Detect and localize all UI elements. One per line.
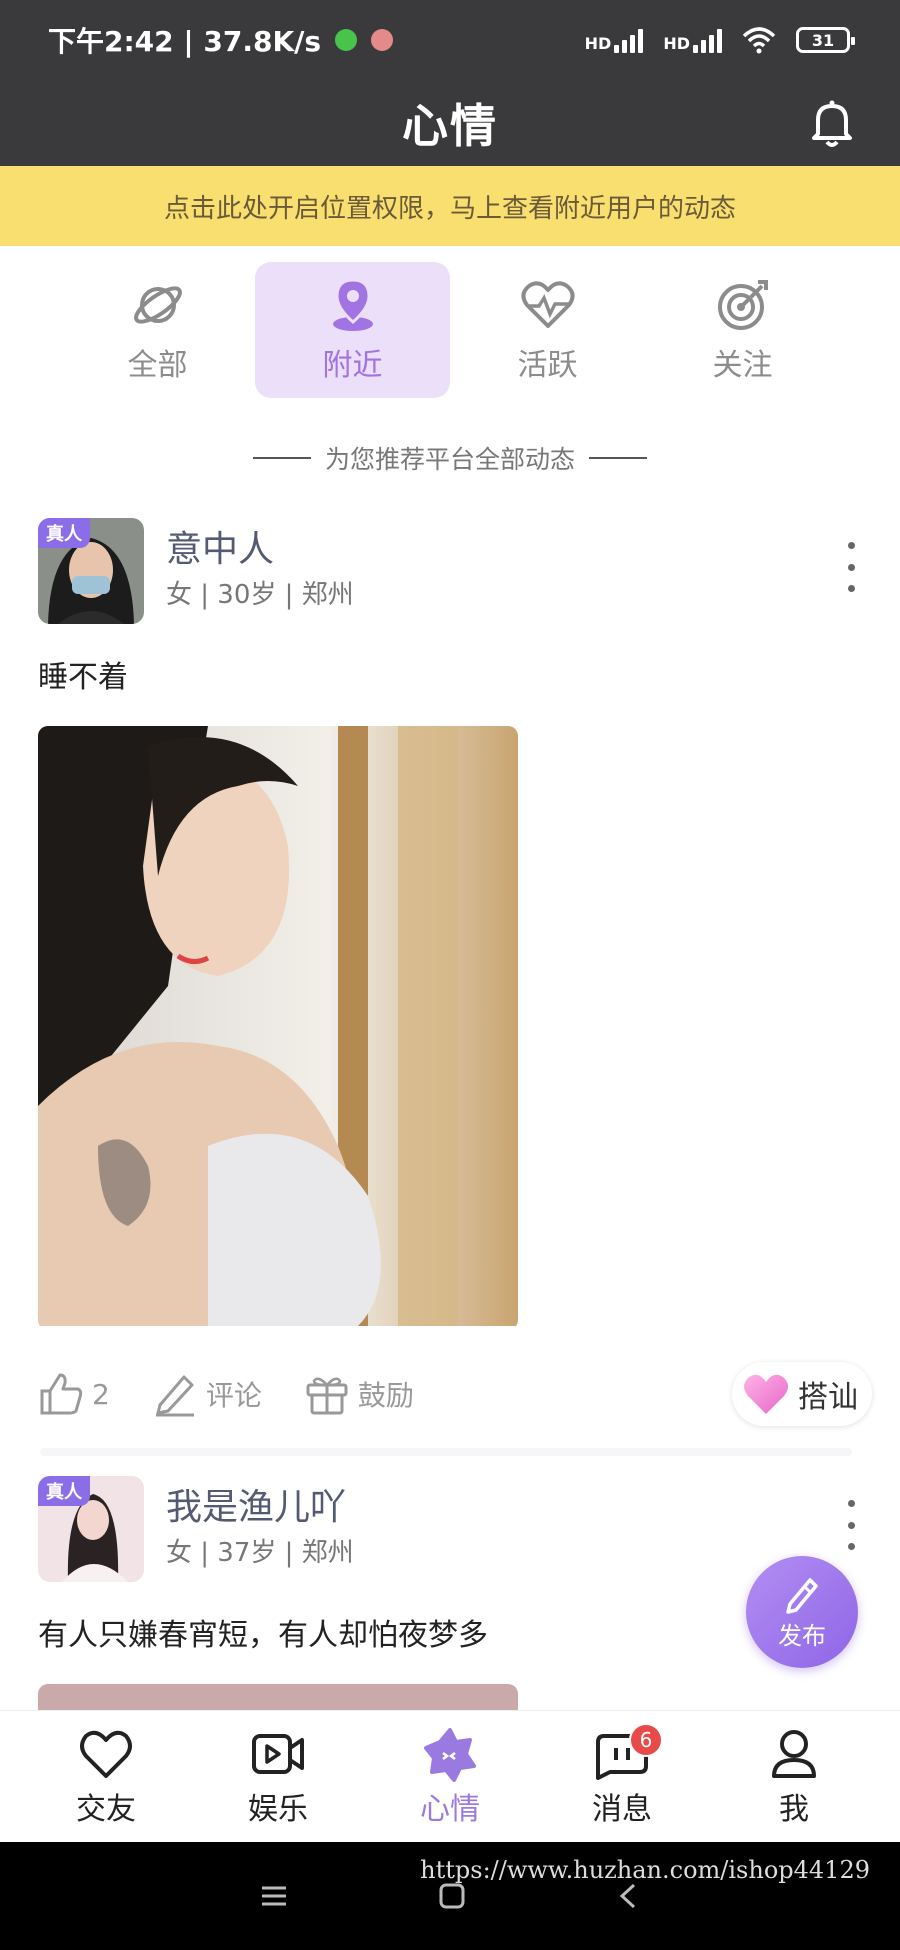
location-pin-icon [332, 278, 373, 331]
encourage-button[interactable]: 鼓励 [304, 1371, 414, 1417]
menu-icon[interactable] [260, 1884, 288, 1908]
nav-messages[interactable]: 6 消息 [547, 1711, 697, 1842]
pen-icon [155, 1375, 194, 1417]
avatar[interactable]: 真人 [38, 518, 144, 624]
status-right: HD HD 31 [585, 26, 855, 54]
user-meta: 女 | 30岁 | 郑州 [166, 580, 354, 610]
nav-friends[interactable]: 交友 [31, 1711, 181, 1842]
post-card: 真人 意中人 女 | 30岁 | 郑州 睡不着 2 评论 鼓励 搭讪 [38, 518, 872, 1434]
tab-label-follow: 关注 [712, 348, 773, 383]
mood-page: 下午2:42 | 37.8K/s HD HD 31 心情 点击此处开启位置权限，… [0, 0, 900, 1950]
pink-heart-icon [744, 1374, 788, 1414]
user-icon [772, 1729, 816, 1778]
page-title: 心情 [402, 99, 498, 153]
nav-entertainment[interactable]: 娱乐 [203, 1711, 353, 1842]
nav-mood[interactable]: 心情 [375, 1711, 525, 1842]
back-icon[interactable] [616, 1882, 640, 1910]
target-icon [717, 280, 768, 330]
status-bar: 下午2:42 | 37.8K/s HD HD 31 [0, 0, 900, 80]
tab-label-active: 活跃 [517, 348, 578, 383]
post-photo[interactable] [38, 726, 518, 1330]
tab-label-all: 全部 [127, 348, 188, 383]
like-button[interactable]: 2 [38, 1371, 110, 1417]
banner-text: 点击此处开启位置权限，马上查看附近用户的动态 [163, 193, 736, 224]
mood-star-icon [424, 1727, 476, 1782]
tab-label-nearby: 附近 [322, 348, 383, 383]
post-card: 真人 我是渔儿吖 女 | 37岁 | 郑州 有人只嫌春宵短，有人却怕夜梦多 [38, 1476, 862, 1744]
status-left: 下午2:42 | 37.8K/s [48, 20, 394, 60]
tab-follow[interactable]: 关注 [645, 262, 840, 398]
post-text: 有人只嫌春宵短，有人却怕夜梦多 [38, 1618, 488, 1653]
nav-label-mood: 心情 [420, 1791, 480, 1827]
publish-label: 发布 [778, 1621, 826, 1650]
signal-icon-2: HD [663, 27, 722, 53]
bottom-nav: 交友 娱乐 心情 6 消息 我 [0, 1710, 900, 1842]
username[interactable]: 我是渔儿吖 [166, 1478, 346, 1530]
thumbs-up-icon [40, 1373, 83, 1415]
post-header: 真人 我是渔儿吖 女 | 37岁 | 郑州 [38, 1476, 862, 1584]
verified-badge: 真人 [38, 1476, 90, 1506]
more-options-icon[interactable] [836, 542, 866, 592]
post-text: 睡不着 [38, 660, 128, 695]
avatar[interactable]: 真人 [38, 1476, 144, 1582]
network-label-2: HD [663, 34, 690, 53]
post-image [38, 726, 518, 1326]
filter-tabs: 全部 附近 活跃 关注 [0, 262, 900, 402]
encourage-label: 鼓励 [357, 1379, 414, 1412]
wechat-icon [335, 29, 358, 51]
verified-badge: 真人 [38, 518, 90, 548]
recommend-caption: 为您推荐平台全部动态 [0, 440, 900, 476]
flirt-button[interactable]: 搭讪 [732, 1362, 872, 1426]
wifi-icon [742, 27, 776, 54]
gift-icon [306, 1377, 348, 1415]
publish-button[interactable]: 发布 [746, 1556, 858, 1668]
comment-button[interactable]: 评论 [152, 1371, 262, 1417]
nav-label-friends: 交友 [76, 1791, 136, 1827]
bell-icon[interactable] [804, 96, 860, 152]
nav-label-messages: 消息 [592, 1791, 652, 1827]
post-actions: 2 评论 鼓励 搭讪 [38, 1354, 872, 1434]
username[interactable]: 意中人 [166, 520, 274, 572]
comment-label: 评论 [205, 1379, 262, 1412]
post-header: 真人 意中人 女 | 30岁 | 郑州 [38, 518, 862, 626]
battery-icon: 31 [796, 27, 855, 53]
user-meta: 女 | 37岁 | 郑州 [166, 1538, 354, 1568]
tab-active[interactable]: 活跃 [450, 262, 645, 398]
like-count: 2 [92, 1377, 110, 1411]
divider-right [589, 457, 647, 459]
more-options-icon[interactable] [836, 1500, 866, 1550]
time-speed: 下午2:42 | 37.8K/s [48, 25, 322, 58]
post-divider [40, 1448, 852, 1456]
nav-me[interactable]: 我 [719, 1711, 869, 1842]
nav-label-me: 我 [779, 1791, 809, 1827]
flirt-label: 搭讪 [798, 1380, 858, 1415]
recommend-text: 为您推荐平台全部动态 [324, 445, 575, 474]
unread-badge: 6 [629, 1723, 663, 1757]
heart-outline-icon [80, 1730, 132, 1778]
battery-level: 31 [811, 30, 835, 50]
divider-left [252, 457, 311, 459]
home-icon[interactable] [438, 1882, 466, 1910]
watermark: https://www.huzhan.com/ishop44129 [420, 1856, 870, 1884]
nav-label-entertainment: 娱乐 [248, 1791, 308, 1827]
video-icon [252, 1733, 304, 1774]
pen-icon [786, 1577, 818, 1614]
planet-icon [133, 286, 182, 324]
heartbeat-icon [521, 281, 574, 328]
app-notify-icon [371, 29, 394, 51]
title-bar: 心情 [0, 80, 900, 166]
signal-icon: HD [585, 27, 644, 53]
network-label-1: HD [584, 34, 612, 53]
tab-all[interactable]: 全部 [60, 262, 255, 398]
location-permission-banner[interactable]: 点击此处开启位置权限，马上查看附近用户的动态 [0, 166, 900, 246]
tab-nearby[interactable]: 附近 [255, 262, 450, 398]
